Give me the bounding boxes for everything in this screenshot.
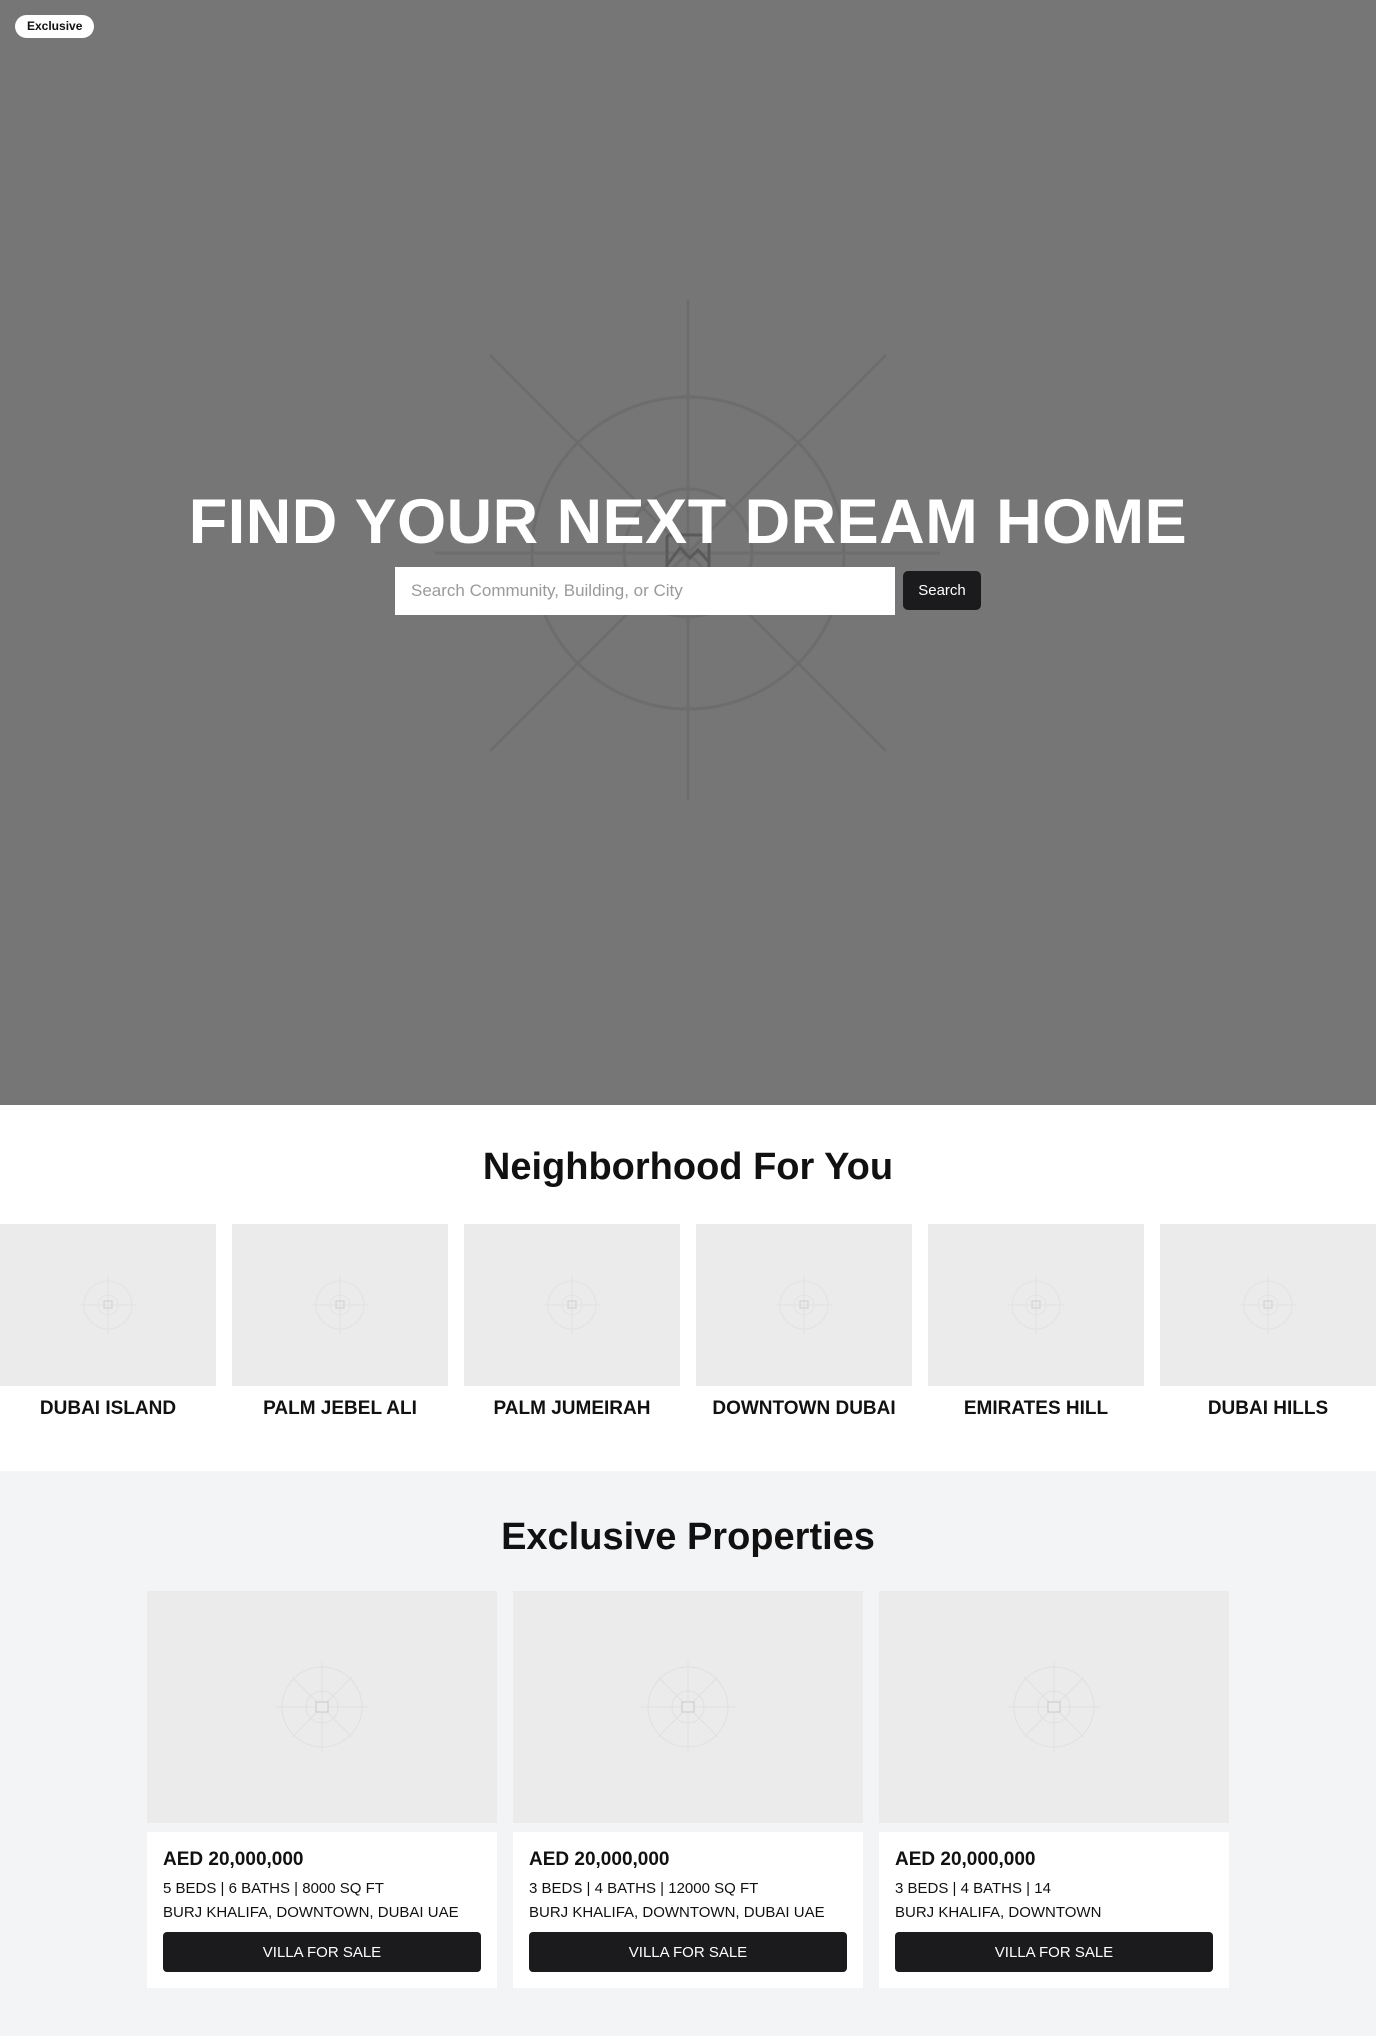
image-placeholder-icon (275, 1661, 369, 1753)
search-input[interactable] (395, 567, 895, 615)
image-placeholder-icon (311, 1276, 369, 1334)
property-price: AED 20,000,000 (163, 1849, 304, 1870)
image-placeholder-icon (1007, 1276, 1065, 1334)
property-specs: 3 BEDS | 4 BATHS | 14 (895, 1880, 1051, 1897)
villa-for-sale-button[interactable]: VILLA FOR SALE (163, 1932, 481, 1972)
neighborhood-image (1160, 1224, 1376, 1386)
neighborhood-title: Neighborhood For You (482, 1146, 894, 1188)
image-placeholder-icon (543, 1276, 601, 1334)
exclusive-badge: Exclusive (15, 15, 95, 38)
neighborhood-label: PALM JEBEL ALI (263, 1398, 417, 1419)
property-address: BURJ KHALIFA, DOWNTOWN, DUBAI UAE (163, 1904, 459, 1921)
neighborhood-image (696, 1224, 912, 1386)
neighborhood-label: DUBAI HILLS (1207, 1398, 1329, 1419)
neighborhood-card-downtown-dubai[interactable]: DOWNTOWN DUBAI (696, 1224, 912, 1420)
image-placeholder-icon (1239, 1276, 1297, 1334)
image-placeholder-icon (79, 1276, 137, 1334)
image-placeholder-icon (641, 1661, 735, 1753)
property-specs: 3 BEDS | 4 BATHS | 12000 SQ FT (529, 1880, 759, 1897)
property-card[interactable]: AED 20,000,000 3 BEDS | 4 BATHS | 14 BUR… (879, 1591, 1229, 1988)
property-card[interactable]: AED 20,000,000 5 BEDS | 6 BATHS | 8000 S… (147, 1591, 497, 1988)
property-details: AED 20,000,000 3 BEDS | 4 BATHS | 14 BUR… (879, 1832, 1229, 1988)
property-address: BURJ KHALIFA, DOWNTOWN (895, 1904, 1102, 1921)
image-placeholder-icon (775, 1276, 833, 1334)
image-placeholder-icon (1007, 1661, 1101, 1753)
property-specs: 5 BEDS | 6 BATHS | 8000 SQ FT (163, 1880, 384, 1897)
exclusive-title: Exclusive Properties (501, 1516, 875, 1558)
neighborhood-label: DOWNTOWN DUBAI (712, 1398, 896, 1419)
property-details: AED 20,000,000 3 BEDS | 4 BATHS | 12000 … (513, 1832, 863, 1988)
neighborhood-image (928, 1224, 1144, 1386)
villa-for-sale-button[interactable]: VILLA FOR SALE (895, 1932, 1213, 1972)
villa-for-sale-button[interactable]: VILLA FOR SALE (529, 1932, 847, 1972)
neighborhood-label: DUBAI ISLAND (39, 1398, 177, 1419)
property-image (513, 1591, 863, 1823)
hero-banner: Exclusive FIND YOUR NEXT DREAM HOME Sear… (0, 0, 1376, 1105)
property-price: AED 20,000,000 (895, 1849, 1036, 1870)
neighborhood-card-palm-jumeirah[interactable]: PALM JUMEIRAH (464, 1224, 680, 1420)
neighborhood-image (464, 1224, 680, 1386)
neighborhood-image (0, 1224, 216, 1386)
property-card[interactable]: AED 20,000,000 3 BEDS | 4 BATHS | 12000 … (513, 1591, 863, 1988)
neighborhood-card-emirates-hill[interactable]: EMIRATES HILL (928, 1224, 1144, 1420)
hero-title: FIND YOUR NEXT DREAM HOME (188, 487, 1188, 557)
property-image (879, 1591, 1229, 1823)
search-button[interactable]: Search (903, 571, 981, 610)
neighborhood-label: PALM JUMEIRAH (493, 1398, 651, 1419)
neighborhood-label: EMIRATES HILL (963, 1398, 1109, 1419)
neighborhood-card-dubai-hills[interactable]: DUBAI HILLS (1160, 1224, 1376, 1420)
property-image (147, 1591, 497, 1823)
neighborhood-card-dubai-island[interactable]: DUBAI ISLAND (0, 1224, 216, 1420)
property-price: AED 20,000,000 (529, 1849, 670, 1870)
property-address: BURJ KHALIFA, DOWNTOWN, DUBAI UAE (529, 1904, 825, 1921)
neighborhood-image (232, 1224, 448, 1386)
neighborhood-card-palm-jebel-ali[interactable]: PALM JEBEL ALI (232, 1224, 448, 1420)
property-details: AED 20,000,000 5 BEDS | 6 BATHS | 8000 S… (147, 1832, 497, 1988)
